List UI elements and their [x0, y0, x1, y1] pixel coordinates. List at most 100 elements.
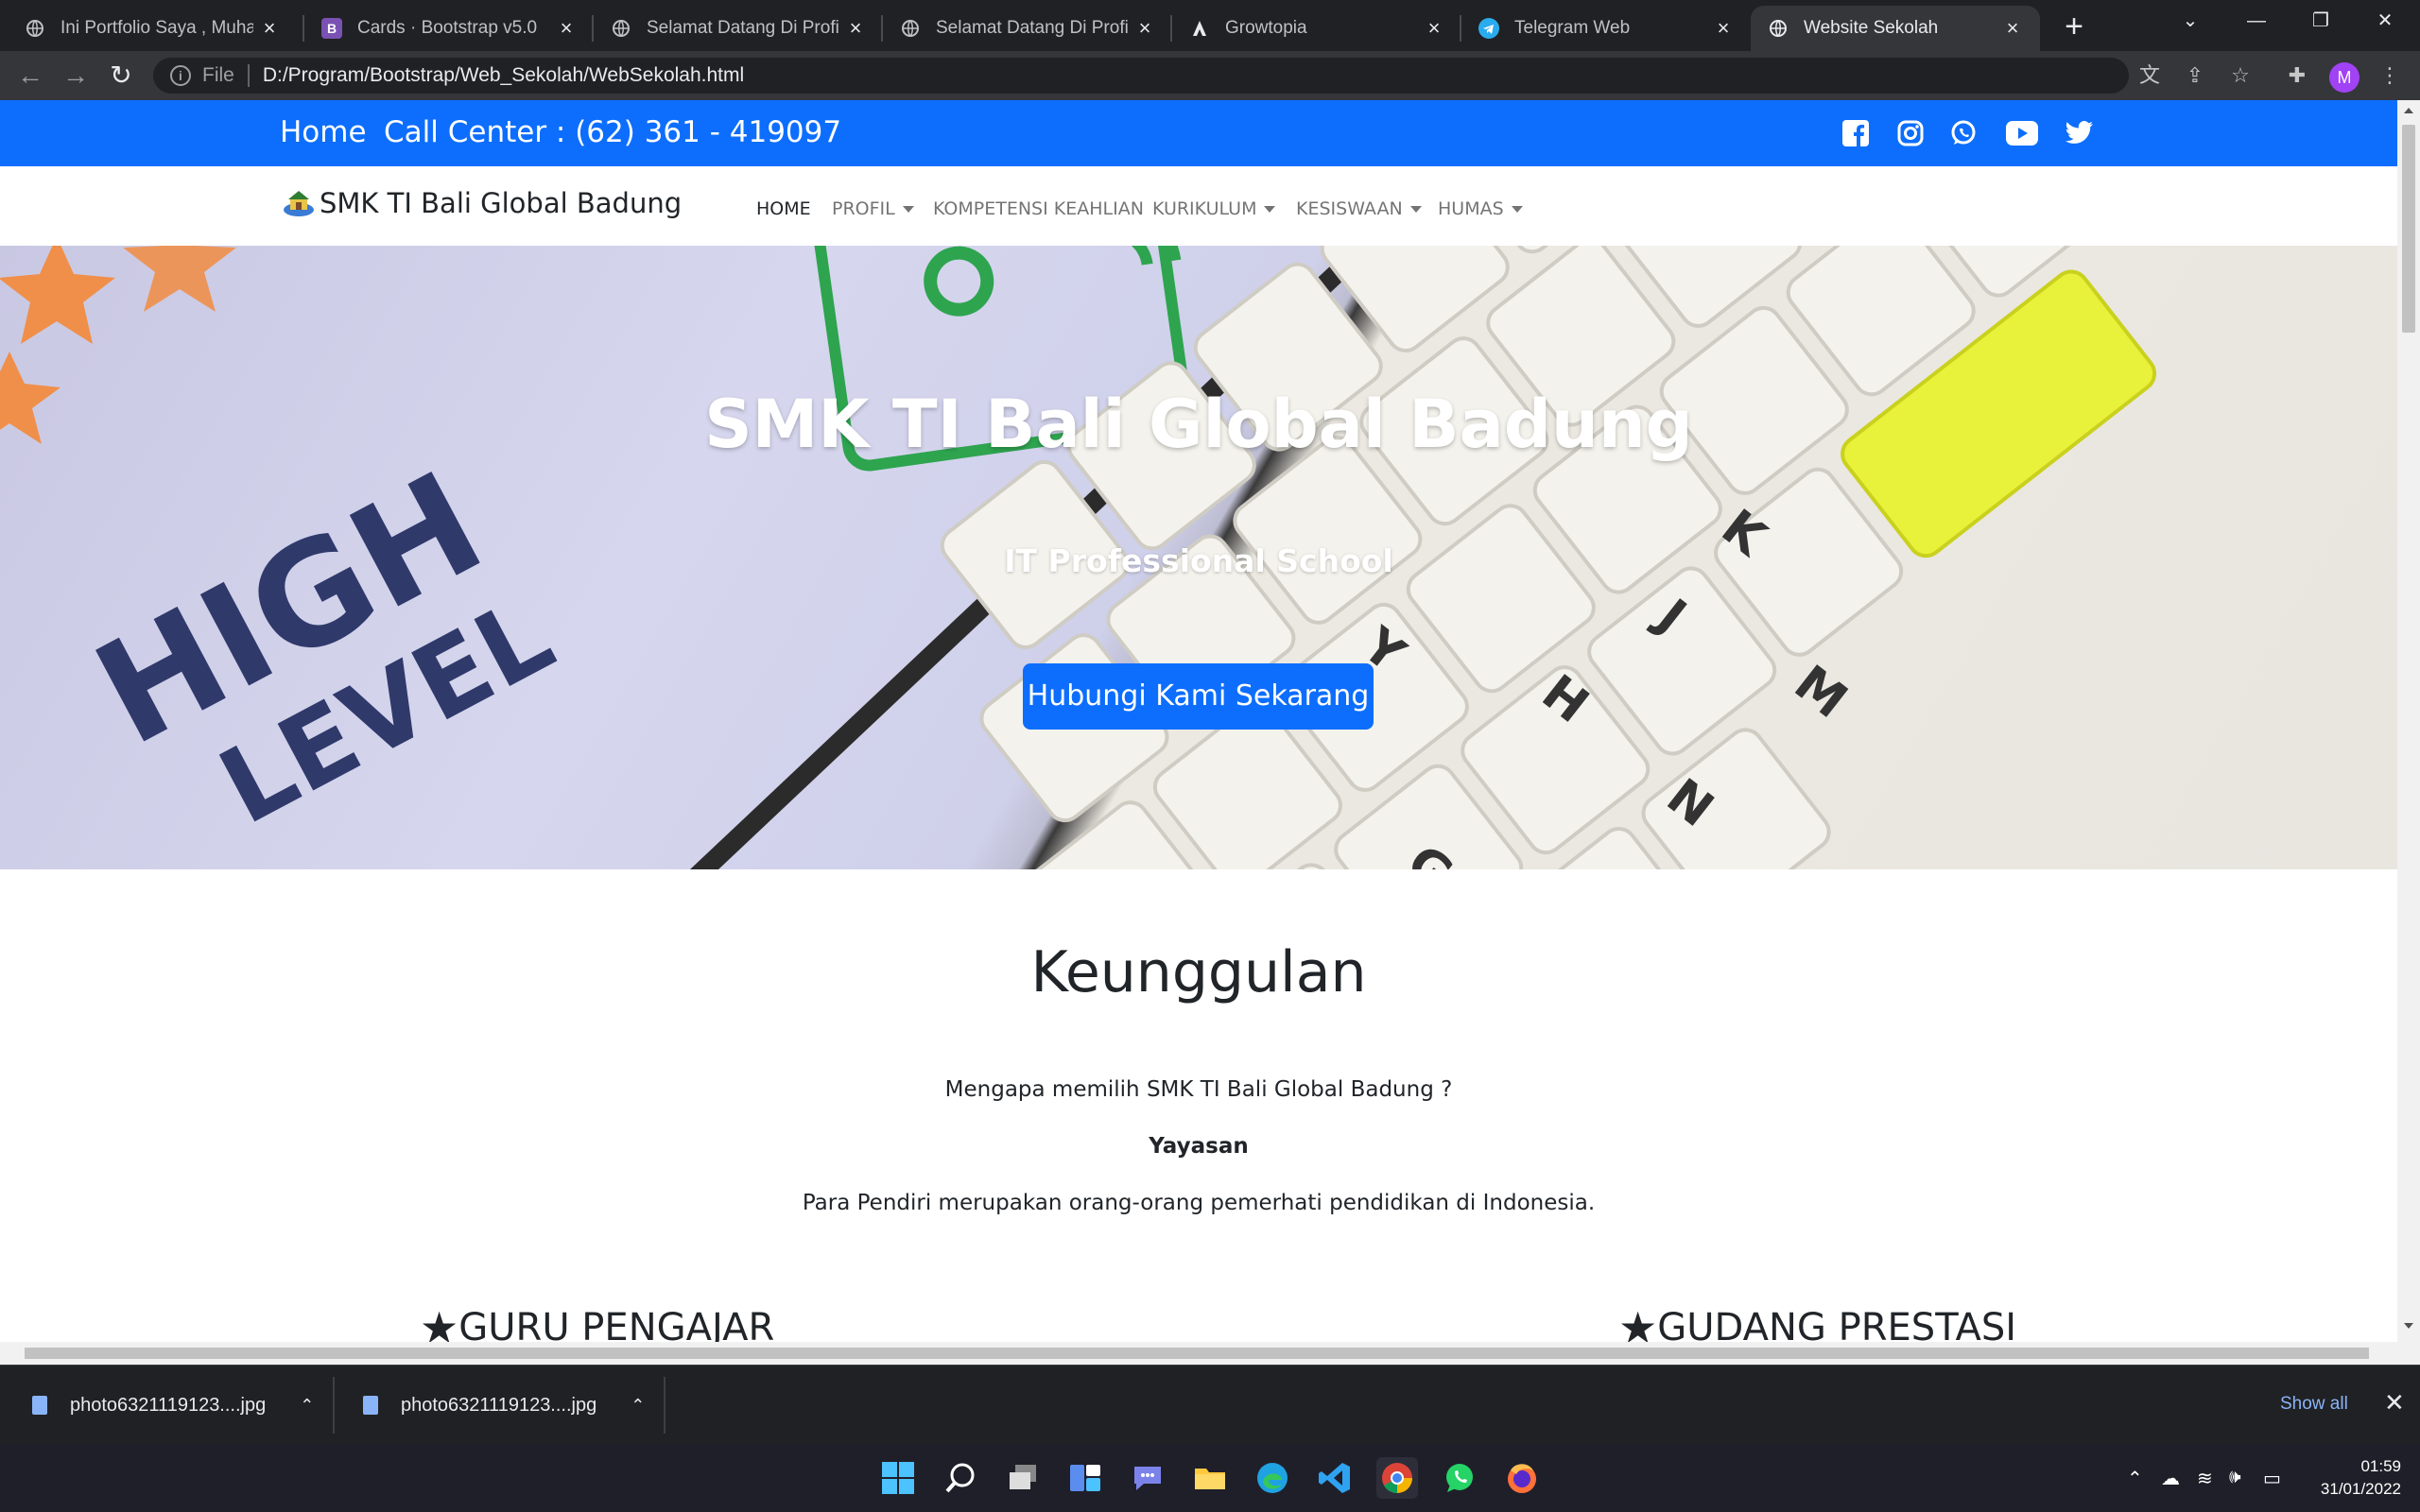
teams-chat-icon[interactable]	[1127, 1457, 1168, 1499]
feature-title: GURU PENGAJAR	[458, 1306, 775, 1342]
task-view-icon[interactable]	[1002, 1457, 1044, 1499]
globe-icon	[611, 18, 631, 39]
twitter-icon[interactable]	[2063, 118, 2095, 148]
chrome-icon[interactable]	[1376, 1457, 1418, 1499]
download-filename: photo6321119123....jpg	[70, 1394, 267, 1416]
battery-icon[interactable]: ▭	[2263, 1467, 2281, 1490]
close-icon[interactable]: ×	[1134, 16, 1155, 41]
feature-gudang-prestasi: ★ GUDANG PRESTASI	[1618, 1302, 2016, 1342]
chevron-up-icon[interactable]: ⌃	[631, 1396, 645, 1416]
page-viewport: Home Call Center : (62) 361 - 419097 SMK…	[0, 100, 2397, 1342]
widgets-icon[interactable]	[1064, 1457, 1106, 1499]
bookmark-star-icon[interactable]: ☆	[2227, 62, 2254, 89]
download-filename: photo6321119123....jpg	[401, 1394, 597, 1416]
browser-toolbar: ← → ↻ i File D:/Program/Bootstrap/Web_Se…	[0, 51, 2420, 100]
menu-icon[interactable]: ⋮	[2377, 62, 2403, 89]
svg-text:B: B	[327, 21, 337, 36]
hero-title: SMK TI Bali Global Badung	[704, 386, 1693, 463]
system-clock[interactable]: 01:59 31/01/2022	[2307, 1455, 2401, 1501]
hero-banner: HIGH LEVEL M K N H J G Y SMK TI Bali Glo…	[0, 246, 2397, 869]
call-center-text: Call Center : (62) 361 - 419097	[384, 115, 842, 149]
forward-button[interactable]: →	[59, 59, 93, 93]
nav-kesiswaan[interactable]: KESISWAAN	[1296, 198, 1422, 219]
minimize-button[interactable]: —	[2225, 0, 2288, 42]
top-info-bar: Home Call Center : (62) 361 - 419097	[0, 100, 2397, 166]
keunggulan-text: Para Pendiri merupakan orang-orang pemer…	[802, 1191, 1596, 1215]
browser-tab[interactable]: B Cards · Bootstrap v5.0 ×	[304, 6, 594, 51]
download-item[interactable]: photo6321119123....jpg ⌃	[32, 1366, 314, 1445]
scrollbar-thumb[interactable]	[25, 1348, 2369, 1359]
browser-tab[interactable]: Selamat Datang Di Profil S ×	[594, 6, 883, 51]
vertical-scrollbar[interactable]	[2397, 100, 2420, 1342]
tab-title: Growtopia	[1225, 18, 1307, 38]
reload-button[interactable]: ↻	[104, 59, 138, 93]
close-window-button[interactable]: ✕	[2354, 0, 2416, 42]
info-icon[interactable]: i	[170, 65, 191, 86]
url-text[interactable]: D:/Program/Bootstrap/Web_Sekolah/WebSeko…	[263, 64, 744, 87]
close-icon[interactable]: ×	[259, 16, 280, 41]
scroll-up-icon[interactable]	[2404, 108, 2413, 113]
address-bar[interactable]: i File D:/Program/Bootstrap/Web_Sekolah/…	[153, 58, 2129, 94]
caret-down-icon	[1264, 206, 1276, 213]
close-icon[interactable]: ×	[2002, 16, 2023, 41]
wifi-icon[interactable]: ≋	[2197, 1467, 2213, 1490]
translate-icon[interactable]: 文	[2136, 62, 2163, 89]
scrollbar-thumb[interactable]	[2402, 125, 2415, 333]
url-scheme: File	[202, 64, 234, 86]
nav-kompetensi-keahlian[interactable]: KOMPETENSI KEAHLIAN	[933, 198, 1144, 219]
browser-tab[interactable]: Ini Portfolio Saya , Muham ×	[8, 6, 297, 51]
contact-us-button[interactable]: Hubungi Kami Sekarang	[1023, 663, 1374, 730]
browser-tab-active[interactable]: Website Sekolah ×	[1751, 6, 2040, 51]
chevron-up-icon[interactable]: ⌃	[300, 1396, 314, 1416]
close-icon[interactable]: ×	[845, 16, 866, 41]
whatsapp-app-icon[interactable]	[1439, 1457, 1480, 1499]
chevron-up-icon[interactable]: ⌃	[2127, 1467, 2143, 1490]
navbar-brand[interactable]: SMK TI Bali Global Badung	[282, 187, 682, 219]
browser-tab[interactable]: Telegram Web ×	[1461, 6, 1751, 51]
nav-kurikulum[interactable]: KURIKULUM	[1152, 198, 1276, 219]
restore-button[interactable]: ❐	[2290, 0, 2352, 42]
horizontal-scrollbar[interactable]	[0, 1342, 2420, 1365]
instagram-icon[interactable]	[1894, 118, 1927, 148]
volume-icon[interactable]: 🕪	[2229, 1467, 2241, 1488]
browser-tab[interactable]: Selamat Datang Di Profil S ×	[883, 6, 1172, 51]
facebook-icon[interactable]	[1840, 118, 1872, 148]
scroll-down-icon[interactable]	[2404, 1323, 2413, 1329]
edge-icon[interactable]	[1252, 1457, 1293, 1499]
close-icon[interactable]: ×	[1424, 16, 1444, 41]
youtube-icon[interactable]	[2004, 118, 2040, 148]
windows-start-icon[interactable]	[877, 1457, 919, 1499]
clock-date: 31/01/2022	[2320, 1480, 2401, 1498]
vscode-icon[interactable]	[1314, 1457, 1356, 1499]
close-icon[interactable]: ✕	[2384, 1388, 2405, 1418]
whatsapp-icon[interactable]	[1947, 118, 1979, 148]
image-file-icon	[363, 1396, 378, 1415]
tab-title: Ini Portfolio Saya , Muham	[60, 18, 253, 38]
caret-down-icon	[902, 206, 914, 213]
show-all-button[interactable]: Show all	[2280, 1394, 2348, 1415]
image-file-icon	[32, 1396, 47, 1415]
close-icon[interactable]: ×	[1713, 16, 1734, 41]
new-tab-button[interactable]: +	[2055, 8, 2093, 45]
firefox-icon[interactable]	[1501, 1457, 1543, 1499]
star-icon: ★	[1618, 1302, 1658, 1342]
nav-home[interactable]: HOME	[756, 198, 811, 219]
download-item[interactable]: photo6321119123....jpg ⌃	[363, 1366, 645, 1445]
telegram-icon	[1478, 18, 1499, 39]
file-explorer-icon[interactable]	[1189, 1457, 1231, 1499]
onedrive-icon[interactable]: ☁	[2161, 1467, 2180, 1490]
browser-tab[interactable]: Growtopia ×	[1172, 6, 1461, 51]
share-icon[interactable]: ⇪	[2182, 62, 2208, 89]
extensions-icon[interactable]: ✚	[2284, 62, 2310, 89]
tab-search-icon[interactable]: ⌄	[2159, 0, 2221, 42]
search-icon[interactable]	[940, 1457, 981, 1499]
topbar-home-link[interactable]: Home	[280, 115, 367, 149]
profile-avatar[interactable]: M	[2329, 62, 2360, 93]
close-icon[interactable]: ×	[556, 16, 577, 41]
nav-humas[interactable]: HUMAS	[1438, 198, 1523, 219]
feature-title: GUDANG PRESTASI	[1657, 1306, 2017, 1342]
back-button[interactable]: ←	[13, 59, 47, 93]
globe-icon	[25, 18, 45, 39]
keunggulan-heading: Yayasan	[1149, 1134, 1249, 1159]
nav-profil[interactable]: PROFIL	[832, 198, 914, 219]
